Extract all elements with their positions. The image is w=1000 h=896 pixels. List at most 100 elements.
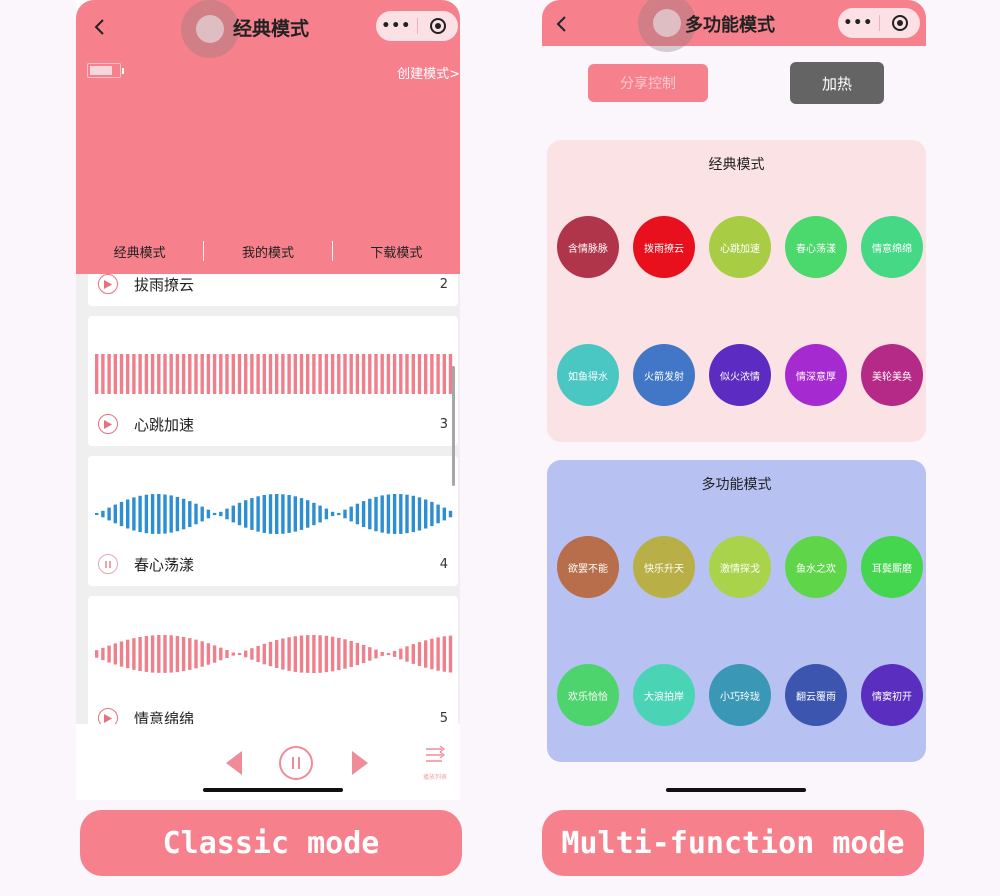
close-target-icon[interactable] xyxy=(879,14,920,32)
mode-circle-button[interactable]: 火箭发射 xyxy=(633,344,695,406)
more-icon[interactable]: ••• xyxy=(838,15,879,31)
waveform-bar xyxy=(293,636,297,672)
waveform-bar xyxy=(138,637,142,671)
waveform-bar xyxy=(312,502,316,526)
waveform-bar xyxy=(181,354,186,394)
mode-circle-button[interactable]: 耳鬓厮磨 xyxy=(861,536,923,598)
back-icon[interactable] xyxy=(552,14,572,34)
mode-circle-button[interactable]: 心跳加速 xyxy=(709,216,771,278)
mode-circle-button[interactable]: 激情探戈 xyxy=(709,536,771,598)
scrollbar[interactable] xyxy=(452,366,455,486)
tab-download-mode[interactable]: 下载模式 xyxy=(333,242,460,261)
waveform-bar xyxy=(287,495,291,533)
mode-circle-button[interactable]: 情窦初开 xyxy=(861,664,923,726)
waveform-bar xyxy=(299,354,304,394)
waveform-bar xyxy=(163,354,167,394)
tab-my-mode[interactable]: 我的模式 xyxy=(204,242,331,261)
pause-icon[interactable] xyxy=(98,554,118,574)
mode-circle-button[interactable]: 大浪拍岸 xyxy=(633,664,695,726)
waveform-bar xyxy=(206,354,211,394)
mode-circle-button[interactable]: 含情脉脉 xyxy=(557,216,619,278)
waveform-bar xyxy=(399,354,403,394)
waveform-bar xyxy=(281,638,285,670)
pattern-list[interactable]: 拔雨撩云 2 心跳加速 3 春心荡漾 4 情意绵绵 5 xyxy=(76,274,460,724)
waveform-bar xyxy=(330,354,335,394)
list-item[interactable]: 春心荡漾 4 xyxy=(88,456,458,586)
waveform-bar xyxy=(405,494,409,534)
mode-circle-button[interactable]: 欲罢不能 xyxy=(557,536,619,598)
waveform-bar xyxy=(392,354,397,394)
next-icon[interactable] xyxy=(350,750,370,776)
waveform-bar xyxy=(119,641,124,667)
waveform-bar xyxy=(262,495,266,533)
mode-circle-button[interactable]: 翻云覆雨 xyxy=(785,664,847,726)
mode-circle-button[interactable]: 情深意厚 xyxy=(785,344,847,406)
waveform-bar xyxy=(318,635,322,673)
waveform-bar xyxy=(181,498,186,530)
mode-circle-button[interactable]: 拨雨撩云 xyxy=(633,216,695,278)
playlist-button[interactable]: 播放列表 xyxy=(420,744,450,784)
waveform-bar xyxy=(411,354,415,394)
classic-mode-panel: 经典模式 含情脉脉 拨雨撩云 心跳加速 春心荡漾 情意绵绵 如鱼得水 火箭发射 似火浓情 情深意… xyxy=(547,140,926,442)
close-target-icon[interactable] xyxy=(417,17,458,35)
waveform-bar xyxy=(293,354,297,394)
waveform-bar xyxy=(188,638,192,670)
back-icon[interactable] xyxy=(90,17,110,37)
waveform-bar xyxy=(175,636,180,673)
mode-circle-button[interactable]: 情意绵绵 xyxy=(861,216,923,278)
waveform xyxy=(95,635,453,673)
mode-circle-button[interactable]: 美轮美奂 xyxy=(861,344,923,406)
waveform-bar xyxy=(175,354,180,394)
mode-circle-button[interactable]: 春心荡漾 xyxy=(785,216,847,278)
waveform-bar xyxy=(138,495,142,533)
page-title: 多功能模式 xyxy=(685,15,775,36)
list-item[interactable]: 拔雨撩云 2 xyxy=(88,274,458,306)
waveform-bar xyxy=(200,641,204,667)
waveform-bar xyxy=(424,499,428,529)
mode-circle-button[interactable]: 鱼水之欢 xyxy=(785,536,847,598)
mode-circle-button[interactable]: 如鱼得水 xyxy=(557,344,619,406)
previous-icon[interactable] xyxy=(224,750,244,776)
waveform-bar xyxy=(380,354,384,394)
more-icon[interactable]: ••• xyxy=(376,18,417,34)
pause-button[interactable] xyxy=(279,746,313,780)
waveform-bar xyxy=(157,494,161,534)
share-control-button[interactable]: 分享控制 xyxy=(588,64,708,102)
list-item[interactable]: 情意绵绵 5 xyxy=(88,596,458,724)
waveform-bar xyxy=(225,508,229,520)
waveform-bar xyxy=(268,641,273,667)
waveform-bar xyxy=(424,354,428,394)
header-bar: 多功能模式 ••• xyxy=(542,0,926,52)
waveform-bar xyxy=(361,501,366,527)
waveform-bar xyxy=(256,645,260,662)
waveform-bar xyxy=(436,354,440,394)
heat-button[interactable]: 加热 xyxy=(790,62,884,104)
waveform-bar xyxy=(206,643,211,665)
waveform-bar xyxy=(200,354,204,394)
play-icon[interactable] xyxy=(98,274,118,294)
play-icon[interactable] xyxy=(98,708,118,724)
play-icon[interactable] xyxy=(98,414,118,434)
waveform-bar xyxy=(368,647,372,661)
waveform-bar xyxy=(355,642,360,666)
waveform-bar xyxy=(237,653,242,655)
waveform-bar xyxy=(132,497,136,531)
waveform-bar xyxy=(95,650,99,658)
waveform-bar xyxy=(231,652,235,656)
mode-circle-button[interactable]: 快乐升天 xyxy=(633,536,695,598)
waveform-bar xyxy=(417,642,422,666)
mode-circle-button[interactable]: 小巧玲珑 xyxy=(709,664,771,726)
waveform-bar xyxy=(262,643,266,665)
create-mode-link[interactable]: 创建模式> xyxy=(397,63,460,82)
multi-function-mode-screen: 多功能模式 ••• 分享控制 加热 经典模式 含情脉脉 拨雨撩云 心跳加速 春心荡漾情… xyxy=(542,0,926,800)
waveform-bar xyxy=(306,500,310,528)
caption-multi-function-mode: Multi-function mode xyxy=(542,810,924,876)
waveform-bar xyxy=(188,354,192,394)
mode-circle-button[interactable]: 似火浓情 xyxy=(709,344,771,406)
waveform-bar xyxy=(411,495,415,533)
waveform-bar xyxy=(169,495,173,533)
list-item[interactable]: 心跳加速 3 xyxy=(88,316,458,446)
waveform-bar xyxy=(275,640,279,668)
mode-circle-button[interactable]: 欢乐恰恰 xyxy=(557,664,619,726)
tab-classic-mode[interactable]: 经典模式 xyxy=(76,242,203,261)
